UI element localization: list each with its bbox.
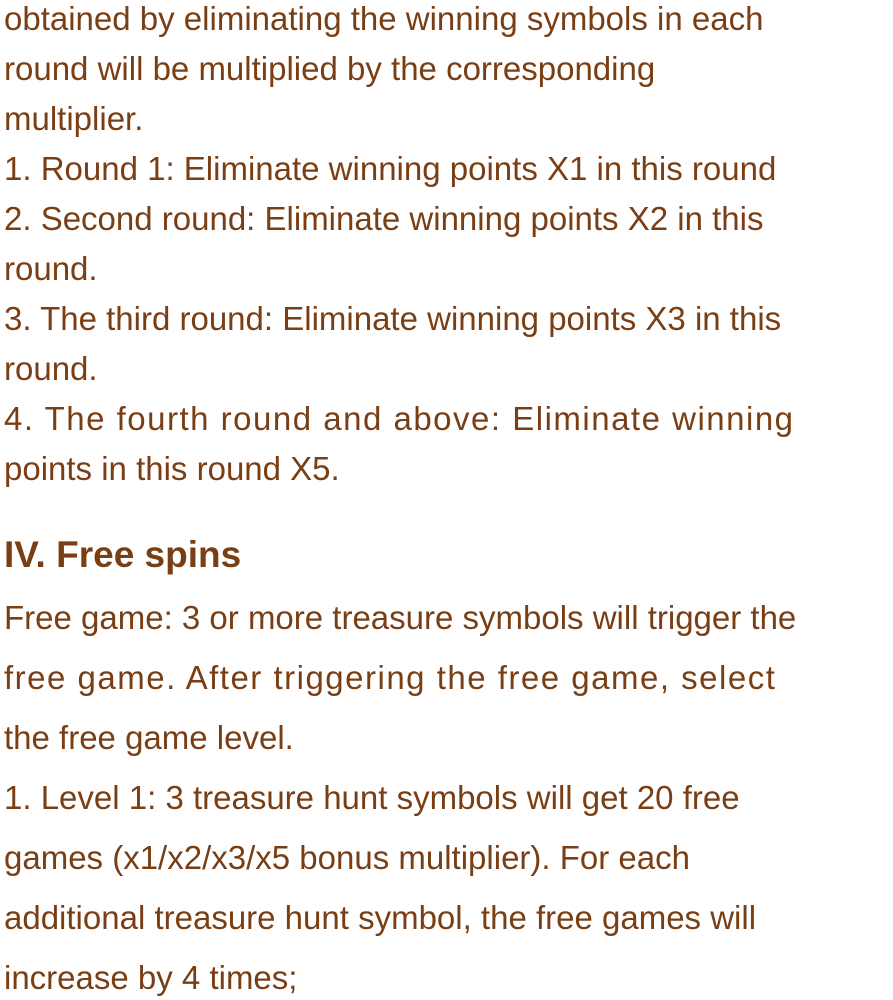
rule-item-round-3: 3. The third round: Eliminate winning po… — [4, 300, 782, 337]
section-heading-free-spins: IV. Free spins — [4, 534, 242, 575]
text-line: the free game level. — [4, 719, 294, 756]
rule-item-level-1: 1. Level 1: 3 treasure hunt symbols will… — [4, 779, 740, 816]
rule-item-round-1: 1. Round 1: Eliminate winning points X1 … — [4, 150, 777, 187]
text-line: games (x1/x2/x3/x5 bonus multiplier). Fo… — [4, 839, 690, 876]
text-line: round will be multiplied by the correspo… — [4, 50, 656, 87]
text-line: free game. After triggering the free gam… — [4, 659, 777, 696]
text-line: increase by 4 times; — [4, 959, 298, 996]
text-line: round. — [4, 250, 98, 287]
multiplier-rules-text: obtained by eliminating the winning symb… — [4, 0, 889, 494]
free-spins-rules-text: Free game: 3 or more treasure symbols wi… — [4, 588, 889, 1000]
text-line: round. — [4, 350, 98, 387]
text-line: additional treasure hunt symbol, the fre… — [4, 899, 757, 936]
text-line: points in this round X5. — [4, 450, 340, 487]
text-line: multiplier. — [4, 100, 144, 137]
text-line: Free game: 3 or more treasure symbols wi… — [4, 599, 797, 636]
text-line: obtained by eliminating the winning symb… — [4, 0, 764, 37]
rules-page: obtained by eliminating the winning symb… — [0, 0, 893, 1000]
rule-item-round-4: 4. The fourth round and above: Eliminate… — [4, 400, 795, 437]
rule-item-round-2: 2. Second round: Eliminate winning point… — [4, 200, 764, 237]
